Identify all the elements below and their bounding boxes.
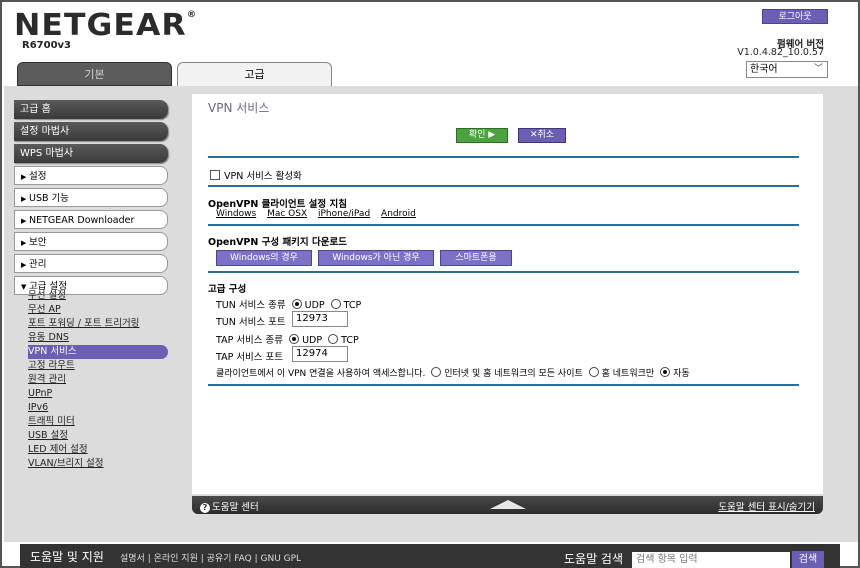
download-non-windows-button[interactable]: Windows가 아닌 경우 <box>318 250 434 266</box>
guide-link-macosx[interactable]: Mac OSX <box>267 209 307 219</box>
tun-tcp-radio[interactable] <box>330 299 341 309</box>
submenu-vlan-bridge[interactable]: VLAN/브리지 설정 <box>28 457 154 471</box>
tap-tcp-radio[interactable] <box>328 334 339 344</box>
expand-arrow-icon[interactable] <box>490 500 526 509</box>
footer-title: 도움말 및 지원 <box>30 550 104 564</box>
guide-links: Windows Mac OSX iPhone/iPad Android <box>216 209 424 219</box>
divider <box>208 224 799 226</box>
guide-link-android[interactable]: Android <box>381 209 416 219</box>
enable-vpn-checkbox[interactable] <box>210 170 220 180</box>
sidebar-item-wps-wizard[interactable]: WPS 마법사 <box>14 144 168 163</box>
submenu-static-routes[interactable]: 고정 라우트 <box>28 359 154 373</box>
netgear-logo: NETGEAR® <box>14 8 198 43</box>
tab-basic[interactable]: 기본 <box>17 62 172 86</box>
divider <box>208 271 799 273</box>
sidebar-item-usb[interactable]: ▶ USB 기능 <box>14 188 168 207</box>
submenu-dynamic-dns[interactable]: 유동 DNS <box>28 331 154 345</box>
chevron-down-icon: ﹀ <box>813 64 823 74</box>
router-admin-window: NETGEAR® R6700v3 로그아웃 펌웨어 버전 V1.0.4.82_1… <box>0 0 860 568</box>
tun-udp-radio[interactable] <box>291 299 302 309</box>
access-all-radio[interactable] <box>431 367 442 377</box>
language-select[interactable]: 한국어 ﹀ <box>746 61 828 78</box>
submenu-wireless-ap[interactable]: 무선 AP <box>28 303 154 317</box>
advanced-setup-submenu: 무선 설정 무선 AP 포트 포워딩 / 포트 트리거링 유동 DNS VPN … <box>14 289 168 471</box>
tab-advanced[interactable]: 고급 <box>177 62 332 87</box>
sidebar-item-setup[interactable]: ▶ 설정 <box>14 166 168 185</box>
triangle-right-icon: ▶ <box>21 217 27 225</box>
tap-port-label: TAP 서비스 포트 <box>216 352 284 363</box>
download-heading: OpenVPN 구성 패키지 다운로드 <box>208 237 347 248</box>
tap-udp-radio[interactable] <box>289 334 300 344</box>
logout-button[interactable]: 로그아웃 <box>762 9 828 24</box>
submenu-remote-management[interactable]: 원격 관리 <box>28 373 154 387</box>
tun-port-input[interactable]: 12973 <box>292 311 348 327</box>
help-center-show-hide[interactable]: 도움말 센터 표시/숨기기 <box>718 499 815 513</box>
help-search-input[interactable]: 검색 항목 입력 <box>632 552 790 568</box>
triangle-right-icon: ▶ <box>21 239 27 247</box>
help-search-button[interactable]: 검색 <box>792 551 824 568</box>
tun-type-row: TUN 서비스 종류 UDP TCP <box>216 299 362 311</box>
tun-type-label: TUN 서비스 종류 <box>216 300 286 311</box>
main-panel: VPN 서비스 확인 ▶ ✕취소 VPN 서비스 활성화 OpenVPN 클라이… <box>192 94 823 494</box>
submenu-usb-settings[interactable]: USB 설정 <box>28 429 154 443</box>
sidebar: 고급 홈 설정 마법사 WPS 마법사 ▶ 설정 ▶ USB 기능 ▶ NETGEAR… <box>14 100 168 298</box>
guide-link-windows[interactable]: Windows <box>216 209 256 219</box>
guide-link-iphone[interactable]: iPhone/iPad <box>318 209 370 219</box>
footer-links[interactable]: 설명서 | 온라인 지원 | 공유기 FAQ | GNU GPL <box>120 551 301 564</box>
advanced-heading: 고급 구성 <box>208 284 247 295</box>
submenu-traffic-meter[interactable]: 트래픽 미터 <box>28 415 154 429</box>
download-smartphone-button[interactable]: 스마트폰용 <box>440 250 512 266</box>
tun-port-label: TUN 서비스 포트 <box>216 317 286 328</box>
help-center-bar: ? 도움말 센터 도움말 센터 표시/숨기기 <box>192 496 823 514</box>
sidebar-item-downloader[interactable]: ▶ NETGEAR Downloader <box>14 210 168 229</box>
sidebar-item-admin[interactable]: ▶ 관리 <box>14 254 168 273</box>
cancel-button[interactable]: ✕취소 <box>518 128 566 143</box>
submenu-wireless-settings[interactable]: 무선 설정 <box>28 289 154 303</box>
access-home-radio[interactable] <box>588 367 599 377</box>
footer: 도움말 및 지원 설명서 | 온라인 지원 | 공유기 FAQ | GNU GP… <box>20 544 840 568</box>
submenu-led-control[interactable]: LED 제어 설정 <box>28 443 154 457</box>
submenu-port-forwarding[interactable]: 포트 포워딩 / 포트 트리거링 <box>28 317 154 331</box>
submenu-ipv6[interactable]: IPv6 <box>28 401 154 415</box>
sidebar-item-setup-wizard[interactable]: 설정 마법사 <box>14 122 168 141</box>
access-auto-radio[interactable] <box>660 367 671 377</box>
divider <box>208 185 799 187</box>
triangle-right-icon: ▶ <box>21 261 27 269</box>
guide-heading: OpenVPN 클라이언트 설정 지침 <box>208 199 347 210</box>
divider <box>208 156 799 158</box>
help-search-label: 도움말 검색 <box>564 552 624 566</box>
sidebar-item-advanced-home[interactable]: 고급 홈 <box>14 100 168 119</box>
triangle-right-icon: ▶ <box>21 195 27 203</box>
client-access-row: 클라이언트에서 이 VPN 연결을 사용하여 액세스합니다. 인터넷 및 홈 네… <box>216 367 690 379</box>
triangle-right-icon: ▶ <box>21 173 27 181</box>
enable-vpn-row: VPN 서비스 활성화 <box>210 168 302 182</box>
submenu-upnp[interactable]: UPnP <box>28 387 154 401</box>
page-title: VPN 서비스 <box>208 101 270 115</box>
divider <box>208 384 799 386</box>
sidebar-item-security[interactable]: ▶ 보안 <box>14 232 168 251</box>
submenu-vpn-service[interactable]: VPN 서비스 <box>28 345 168 359</box>
model-name: R6700v3 <box>22 40 72 51</box>
enable-vpn-label: VPN 서비스 활성화 <box>224 171 302 182</box>
tap-type-row: TAP 서비스 종류 UDP TCP <box>216 334 359 346</box>
firmware-version: V1.0.4.82_10.0.57 <box>737 47 824 58</box>
help-question-icon: ? <box>200 503 210 513</box>
apply-button[interactable]: 확인 ▶ <box>456 128 508 143</box>
download-windows-button[interactable]: Windows의 경우 <box>216 250 312 266</box>
help-center-toggle[interactable]: ? 도움말 센터 <box>200 499 259 513</box>
tap-type-label: TAP 서비스 종류 <box>216 335 284 346</box>
client-access-label: 클라이언트에서 이 VPN 연결을 사용하여 액세스합니다. <box>216 369 426 379</box>
tap-port-input[interactable]: 12974 <box>292 346 348 362</box>
